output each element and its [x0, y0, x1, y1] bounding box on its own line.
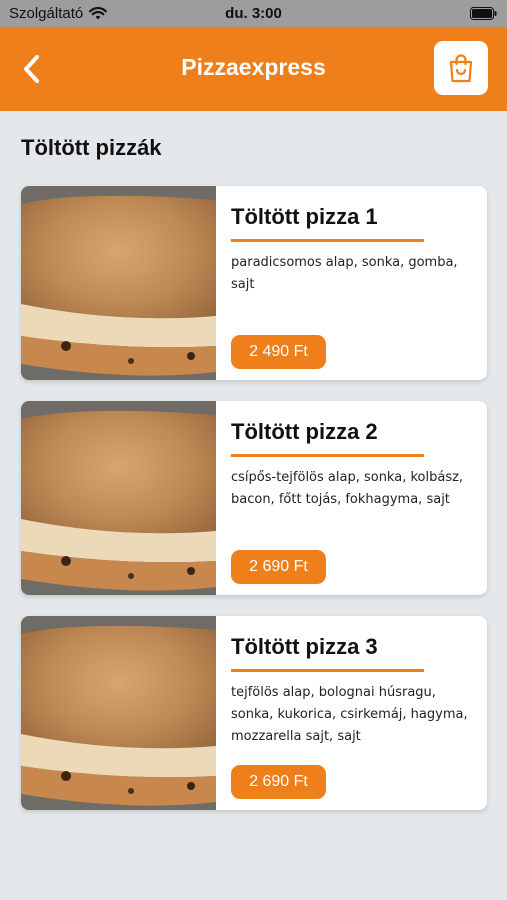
pizza-image [21, 186, 216, 380]
title-underline [231, 239, 424, 242]
product-description: tejfölös alap, bolognai húsragu, sonka, … [231, 685, 468, 744]
product-description: paradicsomos alap, sonka, gomba, sajt [231, 255, 458, 292]
cart-button[interactable] [434, 41, 488, 95]
product-description: csípős-tejfölös alap, sonka, kolbász, ba… [231, 470, 464, 507]
product-card[interactable]: Töltött pizza 2 csípős-tejfölös alap, so… [21, 401, 487, 595]
section-title: Töltött pizzák [21, 135, 162, 160]
title-underline [231, 454, 424, 457]
page-title: Pizzaexpress [181, 54, 326, 80]
product-card[interactable]: Töltött pizza 3 tejfölös alap, bolognai … [21, 616, 487, 810]
pizza-image [21, 401, 216, 595]
battery-icon [470, 7, 497, 24]
pizza-image [21, 616, 216, 810]
product-name: Töltött pizza 2 [231, 419, 378, 444]
title-underline [231, 669, 424, 672]
status-bar: Szolgáltató du. 3:00 [0, 0, 507, 27]
product-name: Töltött pizza 1 [231, 204, 378, 229]
product-card[interactable]: Töltött pizza 1 paradicsomos alap, sonka… [21, 186, 487, 380]
shopping-bag-icon [449, 54, 473, 83]
status-time: du. 3:00 [225, 5, 282, 22]
navigation-bar: Pizzaexpress [0, 27, 507, 111]
price-button[interactable]: 2 690 Ft [231, 765, 326, 799]
price-button[interactable]: 2 690 Ft [231, 550, 326, 584]
price-button[interactable]: 2 490 Ft [231, 335, 326, 369]
product-name: Töltött pizza 3 [231, 634, 378, 659]
